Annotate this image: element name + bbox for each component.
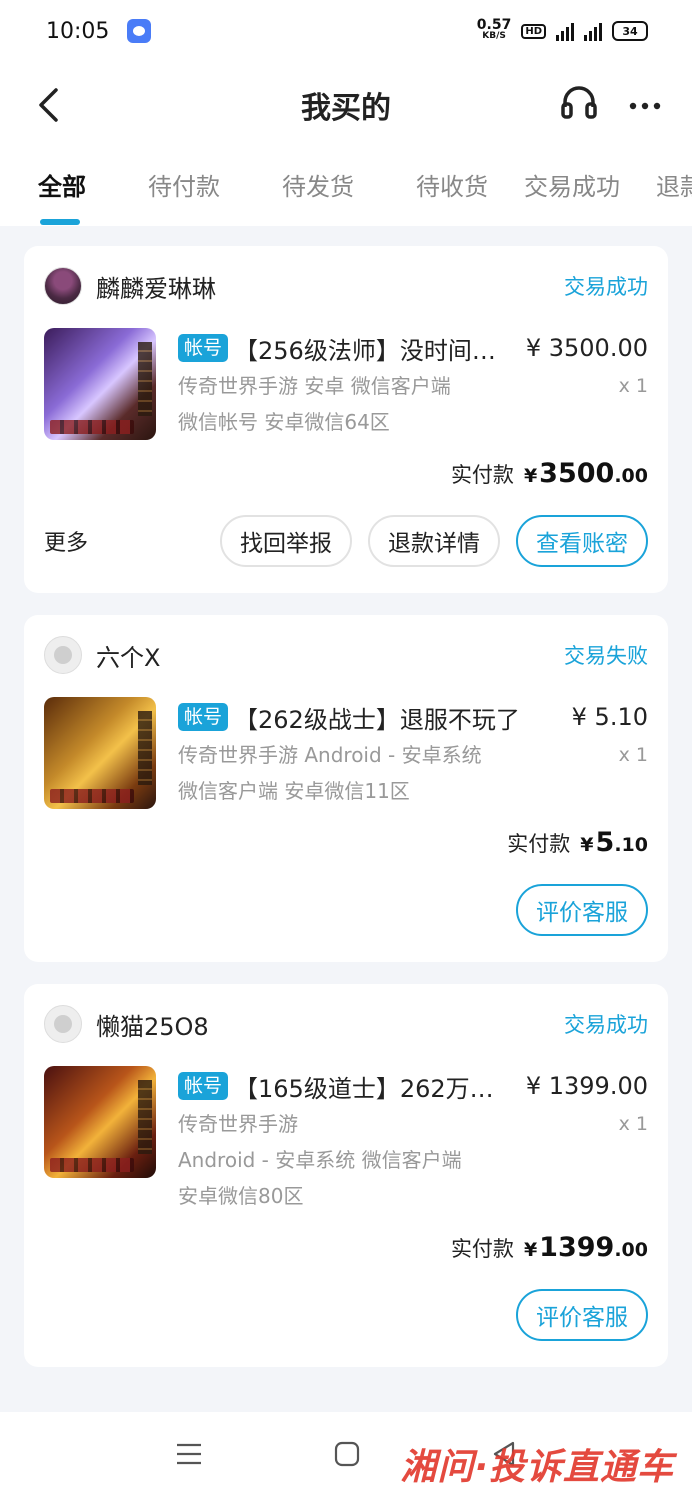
home-icon[interactable]	[333, 1440, 361, 1472]
tab-pending-shipment[interactable]: 待发货	[282, 167, 354, 207]
paid-currency: ¥	[580, 834, 594, 856]
hd-icon: HD	[521, 23, 546, 39]
product-meta: 传奇世界手游 安卓 微信客户端	[178, 374, 451, 398]
paid-label: 实付款	[450, 463, 514, 487]
paid-label: 实付款	[450, 1237, 514, 1261]
product-quantity: x 1	[618, 744, 648, 766]
product-thumbnail	[44, 1066, 156, 1178]
paid-integer: 5	[595, 827, 615, 858]
order-card[interactable]: 六个X 交易失败 帐号 【262级战士】退服不玩了 ¥ 5.10 传奇世界手游 …	[24, 615, 668, 962]
view-account-password-button[interactable]: 查看账密	[516, 515, 648, 567]
paid-amount: 实付款 ¥ 3500.00	[44, 458, 648, 489]
system-navigation-bar: 湘问·投诉直通车	[0, 1412, 692, 1500]
notification-app-icon	[127, 19, 152, 43]
avatar	[44, 636, 82, 674]
product-meta: 微信客户端 安卓微信11区	[178, 779, 410, 803]
seller-name: 麟麟爱琳琳	[96, 274, 216, 303]
order-tabs: 全部 待付款 待发货 待收货 交易成功 退款	[0, 148, 692, 226]
seller-info[interactable]: 六个X	[44, 636, 160, 674]
back-icon[interactable]	[36, 85, 76, 125]
tab-pending-payment[interactable]: 待付款	[148, 167, 220, 207]
product-price: ¥ 5.10	[571, 703, 648, 731]
product-meta: Android - 安卓系统 微信客户端	[178, 1148, 462, 1172]
top-bar: 10:05 0.57 KB/S HD 34 我买的 全部 待付款 待发货 待收货…	[0, 0, 692, 226]
seller-name: 懒猫25O8	[96, 1012, 209, 1041]
product-meta: 安卓微信80区	[178, 1184, 304, 1208]
product-title: 【165级道士】262万战力	[234, 1074, 512, 1103]
tab-pending-receipt[interactable]: 待收货	[416, 167, 488, 207]
order-status: 交易成功	[564, 1013, 648, 1037]
tab-completed[interactable]: 交易成功	[524, 167, 620, 207]
product-title: 【262级战士】退服不玩了	[234, 705, 520, 734]
product-meta: 微信帐号 安卓微信64区	[178, 410, 390, 434]
order-status: 交易失败	[564, 644, 648, 668]
order-status: 交易成功	[564, 275, 648, 299]
order-card[interactable]: 麟麟爱琳琳 交易成功 帐号 【256级法师】没时间玩了 ¥ 3500.00 传奇…	[24, 246, 668, 593]
order-item[interactable]: 帐号 【165级道士】262万战力 ¥ 1399.00 传奇世界手游 x 1 A…	[44, 1066, 648, 1214]
product-type-tag: 帐号	[178, 334, 229, 362]
paid-integer: 3500	[539, 458, 615, 489]
signal-icon	[556, 21, 574, 41]
menu-icon[interactable]	[175, 1442, 203, 1470]
headset-icon[interactable]	[560, 85, 598, 125]
seller-info[interactable]: 麟麟爱琳琳	[44, 267, 216, 305]
product-quantity: x 1	[618, 1113, 648, 1135]
network-speed-value: 0.57	[476, 17, 512, 33]
report-recovery-button[interactable]: 找回举报	[220, 515, 352, 567]
watermark-logo: 湘问·投诉直通车	[400, 1447, 674, 1488]
avatar	[44, 267, 82, 305]
paid-decimal: .10	[614, 834, 648, 856]
battery-icon: 34	[612, 21, 648, 41]
signal-icon-2	[584, 21, 602, 41]
product-price: ¥ 1399.00	[525, 1072, 648, 1100]
product-meta: 传奇世界手游 Android - 安卓系统	[178, 743, 482, 767]
order-list: 麟麟爱琳琳 交易成功 帐号 【256级法师】没时间玩了 ¥ 3500.00 传奇…	[0, 226, 692, 1367]
product-type-tag: 帐号	[178, 1072, 229, 1100]
order-card[interactable]: 懒猫25O8 交易成功 帐号 【165级道士】262万战力 ¥ 1399.00 …	[24, 984, 668, 1367]
seller-info[interactable]: 懒猫25O8	[44, 1005, 209, 1043]
network-speed: 0.57 KB/S	[476, 17, 512, 42]
rate-service-button[interactable]: 评价客服	[516, 884, 648, 936]
paid-amount: 实付款 ¥ 1399.00	[44, 1232, 648, 1263]
tab-refund[interactable]: 退款	[656, 167, 692, 207]
tab-all[interactable]: 全部	[38, 167, 86, 225]
navbar: 我买的	[0, 62, 692, 148]
status-time: 10:05	[46, 18, 110, 44]
rate-service-button[interactable]: 评价客服	[516, 1289, 648, 1341]
more-actions-link[interactable]: 更多	[44, 525, 220, 557]
refund-details-button[interactable]: 退款详情	[368, 515, 500, 567]
paid-decimal: .00	[614, 1239, 648, 1261]
product-thumbnail	[44, 328, 156, 440]
paid-currency: ¥	[523, 1239, 538, 1261]
product-thumbnail	[44, 697, 156, 809]
status-bar: 10:05 0.57 KB/S HD 34	[0, 0, 692, 62]
paid-label: 实付款	[507, 832, 571, 856]
product-meta: 传奇世界手游	[178, 1112, 298, 1136]
seller-name: 六个X	[96, 643, 161, 672]
network-speed-unit: KB/S	[482, 31, 506, 41]
paid-currency: ¥	[523, 465, 538, 487]
more-options-icon[interactable]	[628, 96, 662, 115]
order-item[interactable]: 帐号 【256级法师】没时间玩了 ¥ 3500.00 传奇世界手游 安卓 微信客…	[44, 328, 648, 440]
order-item[interactable]: 帐号 【262级战士】退服不玩了 ¥ 5.10 传奇世界手游 Android -…	[44, 697, 648, 809]
product-title: 【256级法师】没时间玩了	[234, 336, 512, 365]
avatar	[44, 1005, 82, 1043]
product-price: ¥ 3500.00	[525, 334, 648, 362]
product-quantity: x 1	[618, 375, 648, 397]
paid-amount: 实付款 ¥ 5.10	[44, 827, 648, 858]
product-type-tag: 帐号	[178, 703, 229, 731]
paid-integer: 1399	[539, 1232, 615, 1263]
paid-decimal: .00	[614, 465, 648, 487]
